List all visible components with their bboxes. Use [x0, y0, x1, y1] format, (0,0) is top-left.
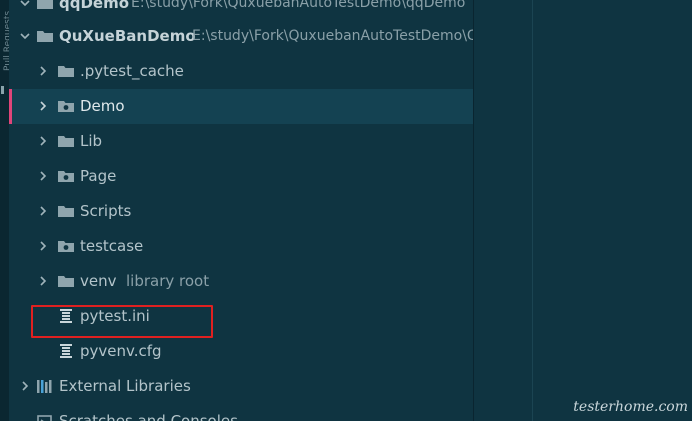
folder-icon	[57, 63, 75, 79]
tree-row-path: E:\study\Fork\QuxuebanAutoTestDemo\QuXue…	[192, 28, 473, 44]
tree-row-external-libraries[interactable]: External Libraries	[9, 369, 473, 404]
tree-row-path: E:\study\Fork\QuxuebanAutoTestDemo\qqDem…	[131, 0, 466, 11]
package-folder-icon	[57, 98, 75, 114]
tree-row-label: Scripts	[80, 202, 132, 220]
folder-icon	[36, 0, 54, 11]
chevron-down-icon[interactable]	[19, 0, 31, 21]
highlight-box	[31, 305, 213, 338]
tree-row-label: External Libraries	[59, 377, 191, 395]
chevron-right-icon[interactable]	[37, 124, 49, 159]
chevron-right-icon[interactable]	[37, 229, 49, 264]
tree-row-label: Demo	[80, 97, 125, 115]
strip-marker	[1, 86, 4, 94]
chevron-down-icon[interactable]	[19, 19, 31, 54]
tree-row-lib[interactable]: Lib	[9, 124, 473, 159]
library-root-suffix: library root	[126, 272, 210, 290]
selection-marker	[9, 89, 12, 124]
tree-row-label: venv	[80, 272, 117, 290]
watermark: testerhome.com	[573, 399, 688, 415]
config-file-icon	[57, 343, 75, 359]
tree-row-testcase[interactable]: testcase	[9, 229, 473, 264]
editor-pane	[474, 0, 692, 421]
left-tool-strip: Pull Requests	[0, 0, 13, 421]
chevron-right-icon[interactable]	[37, 54, 49, 89]
tree-row-label: Scratches and Consoles	[59, 412, 238, 421]
folder-icon	[36, 28, 54, 44]
tree-row-label: testcase	[80, 237, 144, 255]
chevron-right-icon[interactable]	[37, 194, 49, 229]
tree-row-pyvenv-cfg[interactable]: pyvenv.cfg	[9, 334, 473, 369]
tree-row-label: qqDemo	[59, 0, 130, 12]
editor-gutter-line	[532, 0, 533, 421]
tree-row-scratches[interactable]: Scratches and Consoles	[9, 404, 473, 421]
tree-row-demo[interactable]: Demo	[9, 89, 473, 124]
chevron-right-icon[interactable]	[37, 89, 49, 124]
tree-row-quxuebandemo[interactable]: QuXueBanDemo E:\study\Fork\QuxuebanAutoT…	[9, 19, 473, 54]
folder-icon	[57, 203, 75, 219]
tree-row-scripts[interactable]: Scripts	[9, 194, 473, 229]
tree-row-label: QuXueBanDemo	[59, 27, 196, 45]
package-folder-icon	[57, 238, 75, 254]
folder-icon	[57, 273, 75, 289]
tree-row-qqdemo[interactable]: qqDemo E:\study\Fork\QuxuebanAutoTestDem…	[9, 0, 473, 21]
scratches-icon	[36, 413, 54, 421]
tree-row-label: Lib	[80, 132, 103, 150]
tree-row-label: pyvenv.cfg	[80, 342, 162, 360]
chevron-right-icon[interactable]	[37, 159, 49, 194]
libraries-icon	[36, 378, 54, 394]
chevron-right-icon[interactable]	[19, 369, 31, 404]
chevron-right-icon[interactable]	[37, 264, 49, 299]
tree-row-venv[interactable]: venv library root	[9, 264, 473, 299]
tree-row-page[interactable]: Page	[9, 159, 473, 194]
tree-row-pytest-cache[interactable]: .pytest_cache	[9, 54, 473, 89]
package-folder-icon	[57, 168, 75, 184]
project-tree[interactable]: qqDemo E:\study\Fork\QuxuebanAutoTestDem…	[9, 0, 473, 421]
folder-icon	[57, 133, 75, 149]
tree-row-label: .pytest_cache	[80, 62, 184, 80]
tree-row-label: Page	[80, 167, 117, 185]
